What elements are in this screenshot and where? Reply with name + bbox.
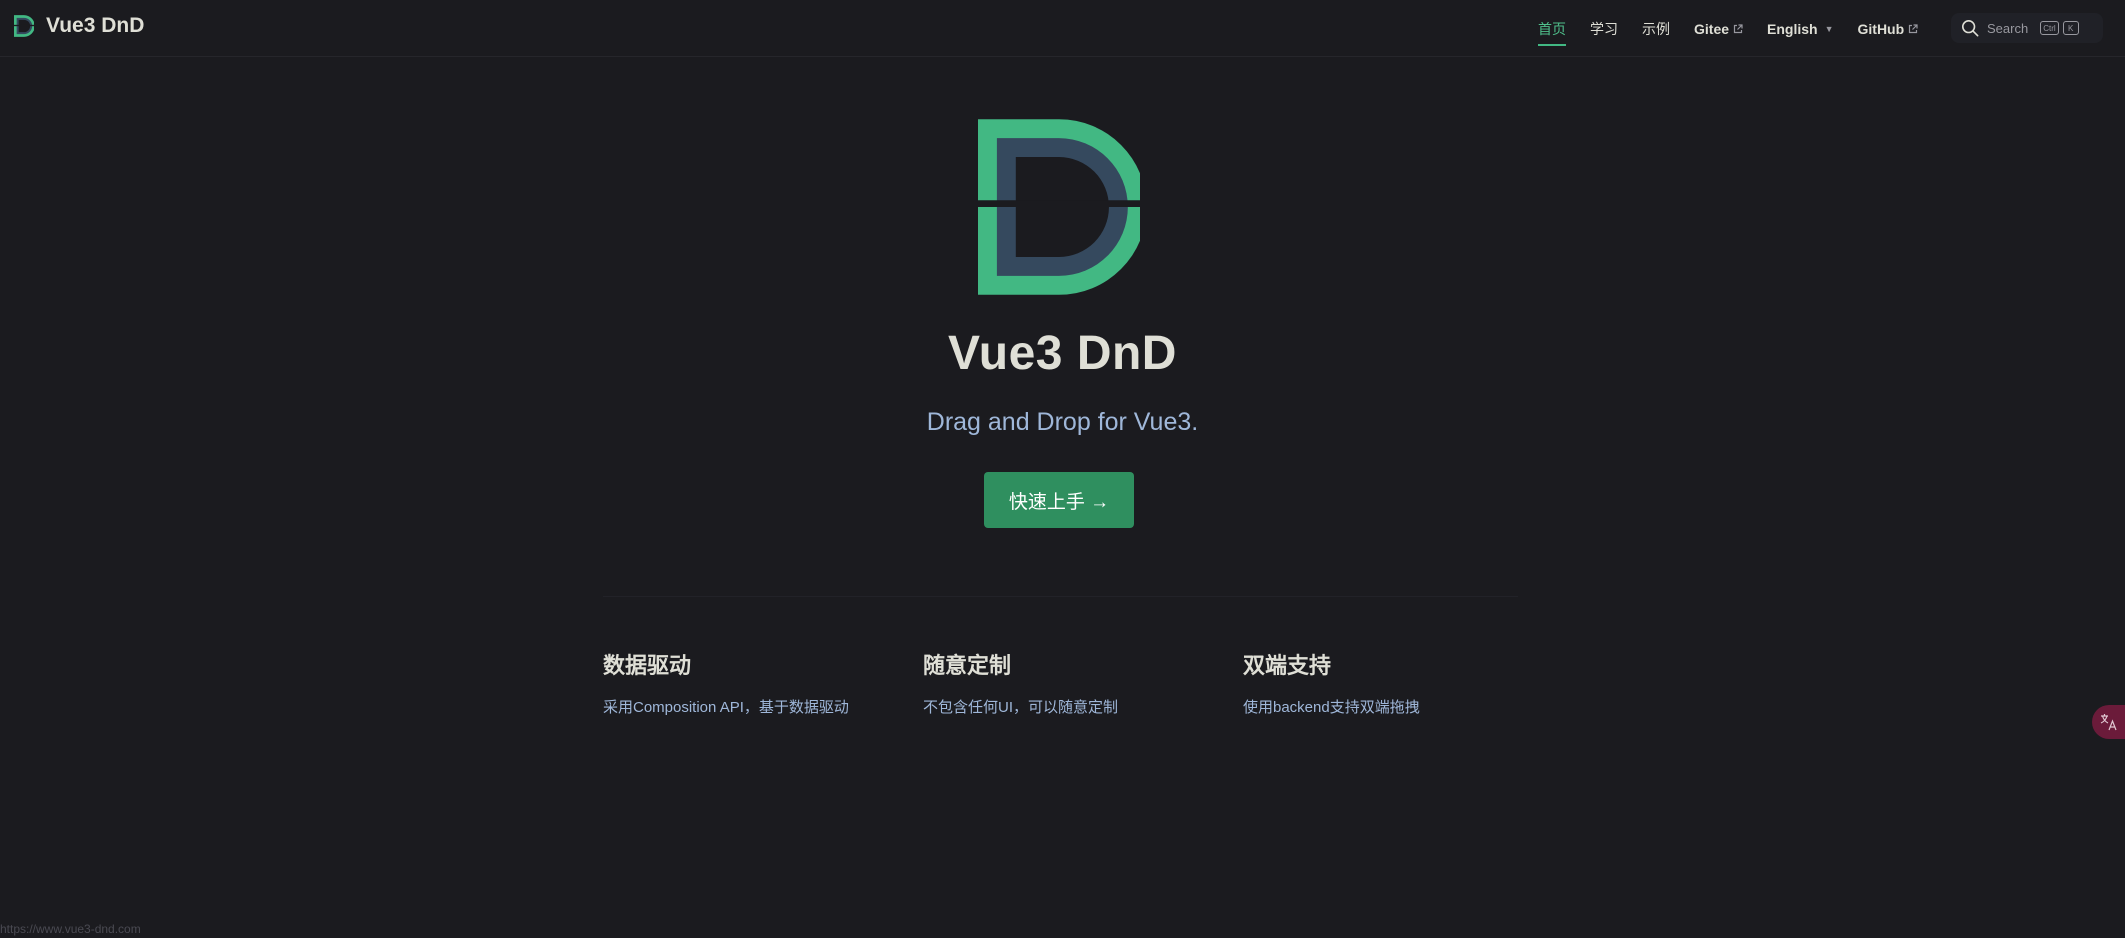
nav-link-gitee[interactable]: Gitee: [1694, 21, 1743, 37]
chevron-down-icon: ▼: [1824, 23, 1834, 34]
search-icon: [1961, 19, 1979, 37]
feature-card-dual-platform: 双端支持 使用backend支持双端拖拽: [1243, 648, 1543, 717]
search-button[interactable]: Search Ctrl K: [1951, 13, 2103, 43]
feature-title: 随意定制: [923, 653, 1012, 678]
search-shortcut: Ctrl K: [2040, 21, 2079, 35]
feature-desc: 使用backend支持双端拖拽: [1243, 699, 1420, 716]
external-link-icon: [1908, 23, 1918, 34]
feature-title: 数据驱动: [603, 653, 692, 678]
brand-link[interactable]: Vue3 DnD: [14, 14, 144, 38]
nav-link-examples-label: 示例: [1642, 20, 1670, 37]
search-label: Search: [1987, 20, 2029, 36]
nav-link-home-label: 首页: [1538, 20, 1566, 37]
nav-link-github-label: GitHub: [1857, 20, 1905, 37]
external-link-icon: [1733, 23, 1743, 34]
status-bar-url: https://www.vue3-dnd.com: [0, 922, 145, 936]
feature-card-customizable: 随意定制 不包含任何UI，可以随意定制: [923, 648, 1223, 717]
nav-link-examples[interactable]: 示例: [1642, 19, 1670, 39]
nav-link-learn[interactable]: 学习: [1590, 19, 1618, 39]
kbd-k: K: [2062, 21, 2079, 35]
top-navbar: Vue3 DnD 首页 学习 示例 Gitee English ▼ GitHub…: [0, 0, 2125, 57]
nav-link-gitee-label: Gitee: [1694, 20, 1730, 37]
vue3-dnd-large-logo-icon: [978, 119, 1147, 295]
feature-title: 双端支持: [1243, 653, 1332, 678]
feature-desc: 采用Composition API，基于数据驱动: [603, 699, 849, 716]
feature-card-data-driven: 数据驱动 采用Composition API，基于数据驱动: [603, 648, 903, 717]
hero-title: Vue3 DnD: [948, 327, 1177, 380]
language-dropdown[interactable]: English ▼: [1767, 21, 1833, 37]
vue3-dnd-logo-icon: [14, 15, 34, 37]
section-divider: [603, 596, 1518, 597]
translate-button[interactable]: [2092, 705, 2125, 739]
get-started-button[interactable]: 快速上手 →: [984, 472, 1134, 528]
brand-title: Vue3 DnD: [46, 14, 145, 37]
kbd-ctrl: Ctrl: [2040, 21, 2059, 35]
hero-tagline: Drag and Drop for Vue3.: [926, 408, 1199, 436]
language-dropdown-label: English: [1767, 20, 1818, 37]
feature-desc: 不包含任何UI，可以随意定制: [923, 699, 1119, 716]
nav-link-learn-label: 学习: [1590, 20, 1618, 37]
translate-icon: [2100, 714, 2117, 731]
nav-link-github[interactable]: GitHub: [1858, 21, 1919, 37]
nav-link-home[interactable]: 首页: [1538, 19, 1566, 46]
hero-logo: [978, 119, 1147, 300]
nav-links: 首页 学习 示例 Gitee English ▼ GitHub: [1538, 0, 1942, 57]
